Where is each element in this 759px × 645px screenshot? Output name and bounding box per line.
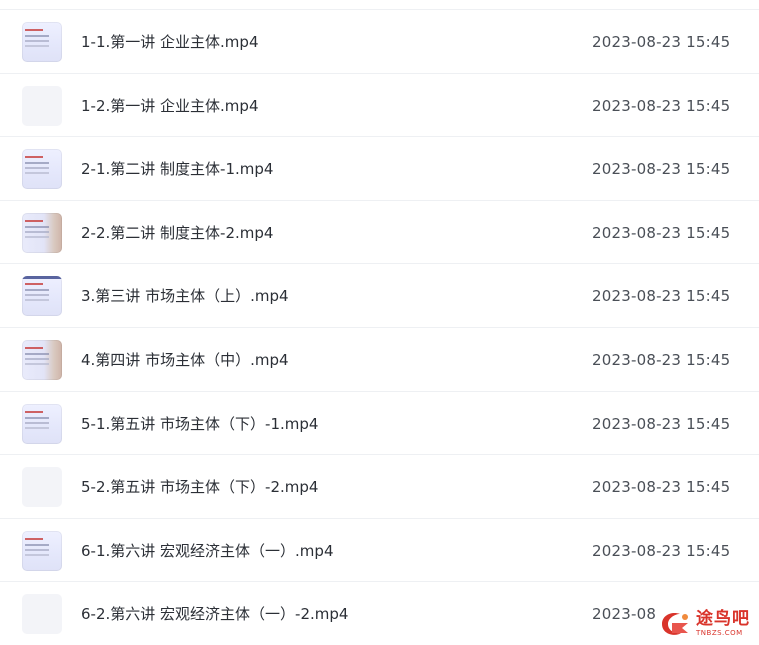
blank-thumbnail bbox=[22, 85, 62, 126]
file-name: 4.第四讲 市场主体（中）.mp4 bbox=[81, 350, 289, 369]
file-name: 6-2.第六讲 宏观经济主体（一）-2.mp4 bbox=[81, 605, 349, 624]
file-row[interactable]: 2-1.第二讲 制度主体-1.mp4 2023-08-23 15:45 bbox=[0, 136, 759, 200]
file-name: 5-2.第五讲 市场主体（下）-2.mp4 bbox=[81, 478, 319, 497]
file-name: 3.第三讲 市场主体（上）.mp4 bbox=[81, 287, 289, 306]
watermark-text: 途鸟吧 TNBZS.COM bbox=[696, 611, 750, 637]
file-row[interactable]: 2-2.第二讲 制度主体-2.mp4 2023-08-23 15:45 bbox=[0, 199, 759, 264]
file-date: 2023-08-23 15:45 bbox=[592, 541, 731, 560]
file-name: 2-2.第二讲 制度主体-2.mp4 bbox=[81, 223, 274, 242]
file-row[interactable]: 6-2.第六讲 宏观经济主体（一）-2.mp4 2023-08 bbox=[0, 581, 759, 645]
video-thumbnail bbox=[22, 212, 62, 253]
video-thumbnail bbox=[22, 403, 62, 444]
file-list: 1-1.第一讲 企业主体.mp4 2023-08-23 15:45 1-2.第一… bbox=[0, 9, 759, 645]
file-row[interactable]: 4.第四讲 市场主体（中）.mp4 2023-08-23 15:45 bbox=[0, 326, 759, 391]
file-date: 2023-08-23 15:45 bbox=[592, 350, 731, 369]
thumbnail-strip bbox=[22, 276, 62, 280]
file-row[interactable]: 3.第三讲 市场主体（上）.mp4 2023-08-23 15:45 bbox=[0, 263, 759, 327]
file-date: 2023-08-23 15:45 bbox=[592, 223, 731, 242]
blank-thumbnail bbox=[22, 467, 62, 508]
file-name: 1-2.第一讲 企业主体.mp4 bbox=[81, 96, 259, 115]
file-row[interactable]: 1-1.第一讲 企业主体.mp4 2023-08-23 15:45 bbox=[0, 9, 759, 73]
file-name: 2-1.第二讲 制度主体-1.mp4 bbox=[81, 160, 274, 179]
file-date: 2023-08-23 15:45 bbox=[592, 96, 731, 115]
video-thumbnail bbox=[22, 149, 62, 190]
file-row[interactable]: 5-1.第五讲 市场主体（下）-1.mp4 2023-08-23 15:45 bbox=[0, 390, 759, 455]
file-date: 2023-08-23 15:45 bbox=[592, 414, 731, 433]
watermark-logo-icon bbox=[662, 613, 688, 635]
file-name: 5-1.第五讲 市场主体（下）-1.mp4 bbox=[81, 414, 319, 433]
blank-thumbnail bbox=[22, 594, 62, 635]
video-thumbnail bbox=[22, 530, 62, 571]
video-thumbnail bbox=[22, 276, 62, 317]
file-name: 6-1.第六讲 宏观经济主体（一）.mp4 bbox=[81, 541, 334, 560]
watermark-cn: 途鸟吧 bbox=[696, 609, 750, 629]
file-name: 1-1.第一讲 企业主体.mp4 bbox=[81, 33, 259, 51]
watermark-en: TNBZS.COM bbox=[696, 629, 743, 637]
file-date: 2023-08-23 15:45 bbox=[592, 287, 731, 306]
file-date: 2023-08 bbox=[592, 605, 657, 624]
file-row[interactable]: 5-2.第五讲 市场主体（下）-2.mp4 2023-08-23 15:45 bbox=[0, 454, 759, 518]
video-thumbnail bbox=[22, 22, 62, 62]
video-thumbnail bbox=[22, 339, 62, 380]
file-date: 2023-08-23 15:45 bbox=[592, 478, 731, 497]
file-row[interactable]: 6-1.第六讲 宏观经济主体（一）.mp4 2023-08-23 15:45 bbox=[0, 517, 759, 582]
file-date: 2023-08-23 15:45 bbox=[592, 33, 731, 51]
file-date: 2023-08-23 15:45 bbox=[592, 160, 731, 179]
file-row[interactable]: 1-2.第一讲 企业主体.mp4 2023-08-23 15:45 bbox=[0, 72, 759, 137]
watermark: 途鸟吧 TNBZS.COM bbox=[658, 604, 758, 644]
